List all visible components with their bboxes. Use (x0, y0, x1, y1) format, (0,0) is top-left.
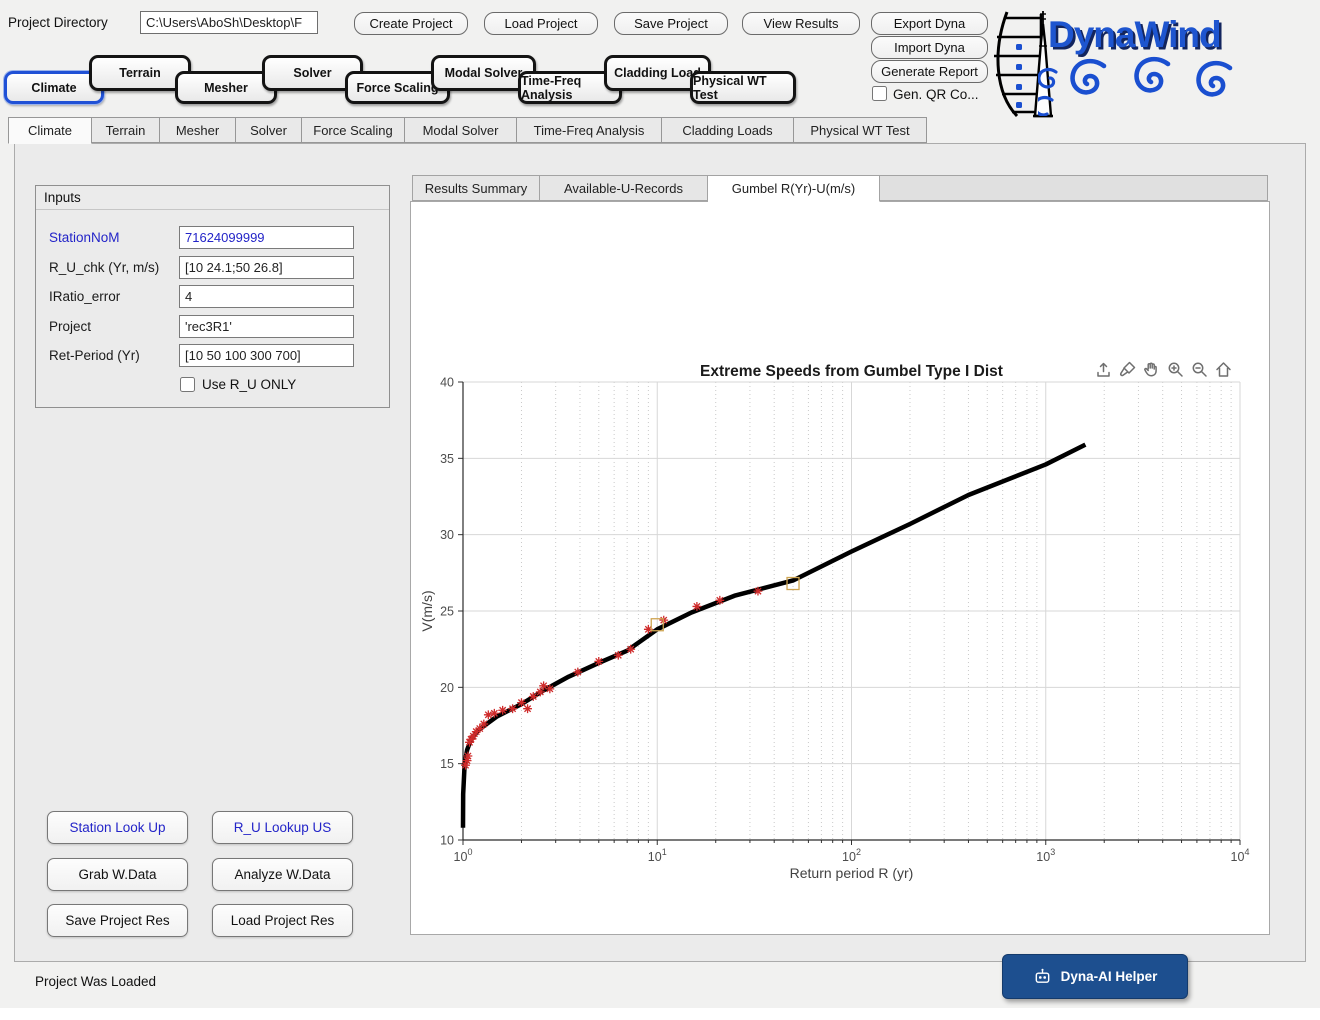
plot-title: Extreme Speeds from Gumbel Type I Dist (700, 363, 1003, 380)
grab-w-data-button[interactable]: Grab W.Data (47, 858, 188, 891)
tab-terrain[interactable]: Terrain (92, 117, 160, 143)
dyna-ai-helper-button[interactable]: Dyna-AI Helper (1002, 954, 1188, 999)
y-tick-label: 40 (440, 376, 454, 390)
pan-icon[interactable] (1142, 360, 1161, 379)
tab-solver[interactable]: Solver (236, 117, 302, 143)
plot-ticks (458, 382, 1240, 845)
x-tick-label: 104 (1231, 847, 1250, 864)
results-tab-available-u-records[interactable]: Available-U-Records (540, 175, 708, 201)
robot-icon (1033, 967, 1052, 986)
tab-time-freq-analysis[interactable]: Time-Freq Analysis (517, 117, 662, 143)
x-tick-label: 102 (842, 847, 861, 864)
inputs-panel: Inputs StationNoM R_U_chk (Yr, m/s) IRatio… (35, 185, 390, 408)
inputs-panel-title: Inputs (36, 186, 389, 210)
tab-climate[interactable]: Climate (8, 117, 92, 144)
analyze-w-data-button[interactable]: Analyze W.Data (212, 858, 353, 891)
y-tick-label: 10 (440, 834, 454, 848)
tab-cladding-loads[interactable]: Cladding Loads (662, 117, 794, 143)
plot-toolbar (1094, 360, 1233, 379)
load-project-res-button[interactable]: Load Project Res (212, 904, 353, 937)
stationnom-input[interactable] (179, 226, 354, 249)
tab-strip: ClimateTerrainMesherSolverForce ScalingM… (0, 117, 1320, 144)
logo-dots-icon (1012, 40, 1026, 112)
y-tick-label: 15 (440, 757, 454, 771)
status-text: Project Was Loaded (35, 974, 156, 989)
plot-grid (463, 382, 1240, 840)
results-tab-strip: Results SummaryAvailable-U-RecordsGumbel… (410, 175, 1270, 202)
y-axis-label: V(m/s) (419, 590, 435, 631)
tab-mesher[interactable]: Mesher (160, 117, 236, 143)
r-u-chk-yr-m-s-label: R_U_chk (Yr, m/s) (49, 256, 159, 279)
export-icon[interactable] (1094, 360, 1113, 379)
tab-physical-wt-test[interactable]: Physical WT Test (794, 117, 927, 143)
r-u-lookup-us-button[interactable]: R_U Lookup US (212, 811, 353, 844)
x-tick-label: 103 (1036, 847, 1055, 864)
nav-button-physical-wt-test[interactable]: Physical WT Test (690, 71, 796, 104)
y-tick-label: 35 (440, 452, 454, 466)
results-tab-gumbel-r-yr-u-m-s[interactable]: Gumbel R(Yr)-U(m/s) (708, 175, 880, 202)
results-tab-filler (880, 175, 1268, 201)
y-tick-label: 20 (440, 681, 454, 695)
r-u-chk-yr-m-s-input[interactable] (179, 256, 354, 279)
use-ru-only-checkbox[interactable] (180, 377, 195, 392)
y-tick-label: 30 (440, 528, 454, 542)
dyna-ai-helper-label: Dyna-AI Helper (1061, 969, 1158, 984)
project-label: Project (49, 315, 91, 338)
logo-text: DynaWind (1048, 14, 1221, 56)
x-tick-label: 101 (648, 847, 667, 864)
tab-force-scaling[interactable]: Force Scaling (302, 117, 405, 143)
iratio-error-label: IRatio_error (49, 285, 120, 308)
project-input[interactable] (179, 315, 354, 338)
tab-modal-solver[interactable]: Modal Solver (405, 117, 517, 143)
station-look-up-button[interactable]: Station Look Up (47, 811, 188, 844)
annual-maxima-markers (461, 587, 762, 770)
ret-period-yr-input[interactable] (179, 344, 354, 367)
wind-swirl-icon (1038, 56, 1248, 116)
gumbel-plot[interactable]: 10 15 20 25 30 35 40 100 101 102 103 104 Extreme Spe… (412, 335, 1268, 901)
results-tab-results-summary[interactable]: Results Summary (412, 175, 540, 201)
iratio-error-input[interactable] (179, 285, 354, 308)
home-icon[interactable] (1214, 360, 1233, 379)
zoom-in-icon[interactable] (1166, 360, 1185, 379)
bottom-strip (0, 1008, 1320, 1020)
x-axis-label: Return period R (yr) (790, 865, 914, 881)
x-tick-label: 100 (454, 847, 473, 864)
stationnom-label: StationNoM (49, 226, 120, 249)
save-project-res-button[interactable]: Save Project Res (47, 904, 188, 937)
use-ru-only-label: Use R_U ONLY (202, 377, 296, 392)
ret-period-yr-label: Ret-Period (Yr) (49, 344, 140, 367)
y-tick-label: 25 (440, 605, 454, 619)
zoom-out-icon[interactable] (1190, 360, 1209, 379)
brush-icon[interactable] (1118, 360, 1137, 379)
